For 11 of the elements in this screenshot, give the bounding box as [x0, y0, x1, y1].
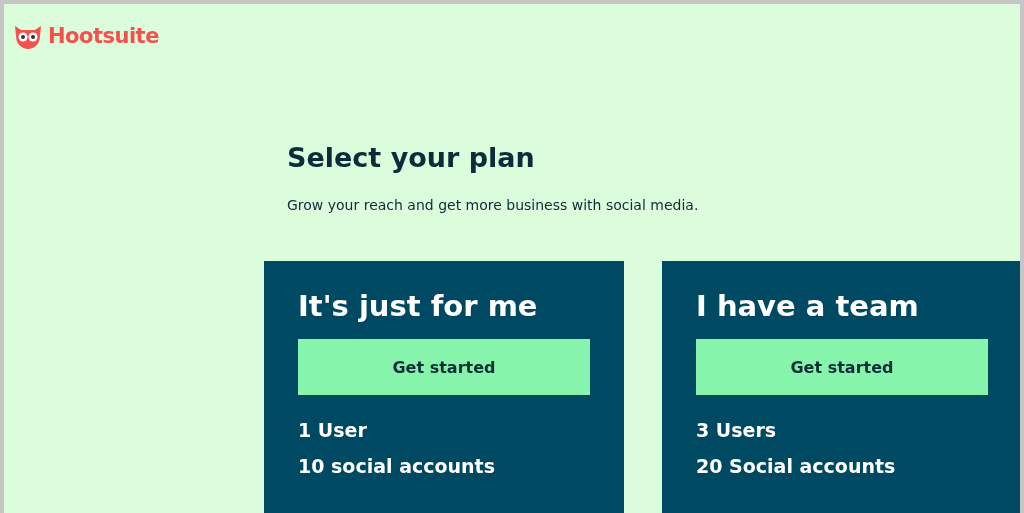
plan-feature: 20 Social accounts [696, 455, 897, 477]
get-started-button[interactable]: Get started [298, 339, 590, 395]
logo-text: Hootsuite [48, 24, 159, 48]
plan-title: I have a team [696, 289, 920, 323]
plan-feature: 10 social accounts [298, 455, 496, 477]
page-heading: Select your plan [287, 142, 536, 173]
get-started-button[interactable]: Get started [696, 339, 988, 395]
page-subtitle: Grow your reach and get more business with social media. [287, 197, 700, 213]
plan-feature: 1 User [298, 419, 368, 441]
plan-feature: 3 Users [696, 419, 778, 441]
plan-title: It's just for me [298, 289, 539, 323]
